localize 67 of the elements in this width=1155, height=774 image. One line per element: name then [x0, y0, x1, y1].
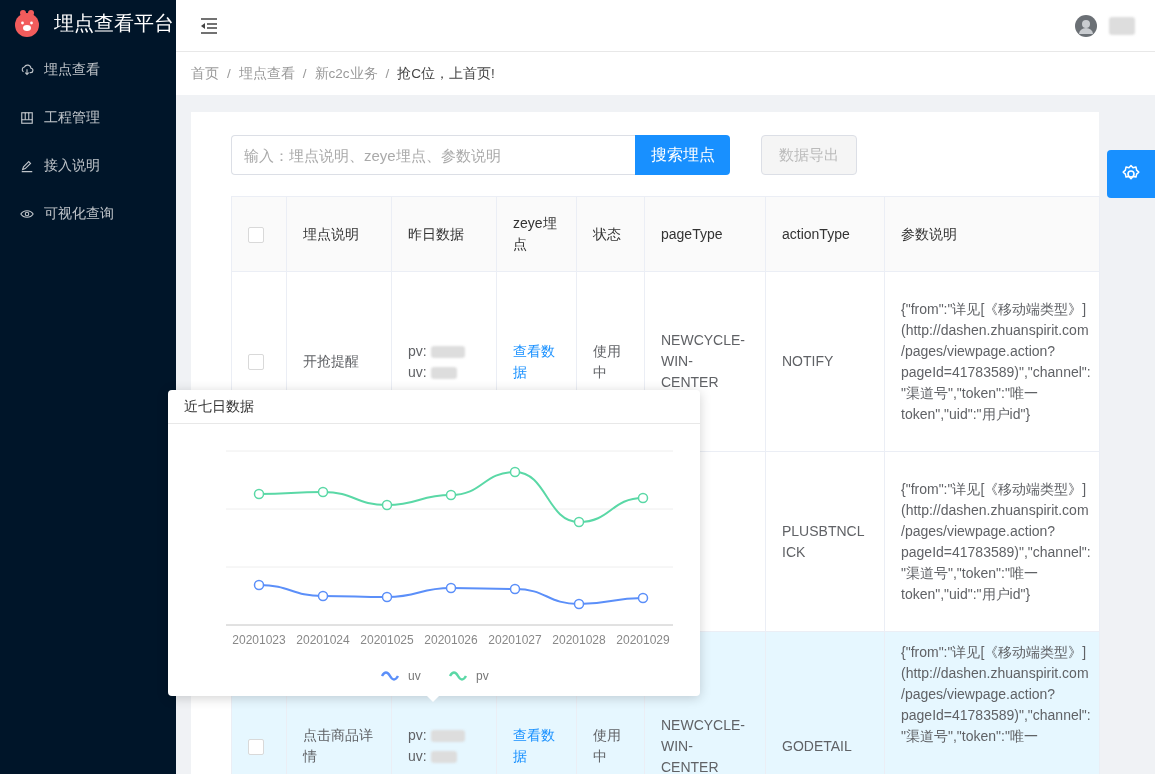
menu-fold-icon[interactable] [200, 17, 218, 34]
sidebar-item[interactable]: 接入说明 [0, 142, 176, 190]
redacted-value [430, 751, 457, 764]
axis-label: 20201023 [232, 633, 286, 647]
breadcrumb-separator: / [227, 66, 231, 81]
legend-label[interactable]: uv [408, 669, 421, 683]
breadcrumb-item: 抢C位，上首页! [397, 64, 495, 83]
column-header: actionType [765, 196, 885, 272]
pv-label: pv: [408, 727, 427, 743]
sidebar-item[interactable]: 工程管理 [0, 94, 176, 142]
table-cell-text: NEWCYCLE-WIN-CENTER [661, 332, 745, 390]
bear-logo [14, 9, 40, 37]
redacted-value [430, 730, 465, 743]
breadcrumb-separator: / [385, 66, 390, 81]
app-title: 埋点查看平台 [54, 10, 174, 36]
table-cell-text: {"from":"详见[《移动端类型》](http://dashen.zhuanspirit.com/pages/viewpage.action?pageId=41783589)","channel":"渠道号","token":"唯一 [901, 644, 1091, 744]
breadcrumb-separator: / [302, 66, 307, 81]
settings-button[interactable] [1107, 150, 1155, 198]
layout-icon [20, 111, 34, 125]
avatar[interactable] [1075, 14, 1097, 37]
checkbox[interactable] [248, 226, 264, 243]
table-cell-text: 开抢提醒 [303, 353, 359, 369]
uv-label: uv: [408, 748, 427, 764]
column-header: zeye埋点 [496, 196, 577, 272]
column-header: 参数说明 [884, 196, 1100, 272]
pen-icon [20, 159, 34, 173]
redacted-value [430, 366, 457, 379]
search-field[interactable]: 输入：埋点说明、zeye埋点、参数说明 [231, 135, 635, 175]
redacted-username [1109, 16, 1135, 35]
column-header: 状态 [576, 196, 645, 272]
cloud-icon [20, 63, 34, 77]
axis-label: 20201028 [552, 633, 606, 647]
table-cell-text: {"from":"详见[《移动端类型》](http://dashen.zhuanspirit.com/pages/viewpage.action?pageId=41783589)","channel":"渠道号","token":"唯一token","uid":"用户id"} [901, 480, 1091, 602]
axis-label: 20201026 [424, 633, 478, 647]
column-header: 埋点说明 [286, 196, 392, 272]
view-data-link[interactable]: 查看数据 [513, 340, 560, 383]
checkbox[interactable] [248, 738, 264, 755]
table-cell-text: GODETAIL [782, 737, 852, 754]
breadcrumb-item[interactable]: 新c2c业务 [314, 64, 378, 83]
table-cell-text: NEWCYCLE-WIN-CENTER [661, 716, 745, 774]
popover-title: 近七日数据 [184, 398, 254, 414]
axis-label: 20201024 [296, 633, 350, 647]
sidebar-item[interactable]: 埋点查看 [0, 46, 176, 94]
search-button[interactable]: 搜索埋点 [635, 135, 730, 175]
checkbox[interactable] [248, 354, 264, 371]
legend-icon[interactable] [381, 671, 399, 681]
legend-label[interactable]: pv [476, 669, 489, 683]
axis-label: 20201027 [488, 633, 542, 647]
pv-label: pv: [408, 342, 427, 359]
view-data-link[interactable]: 查看数据 [513, 725, 560, 767]
sidebar-item[interactable]: 可视化查询 [0, 190, 176, 238]
table-cell-text: PLUSBTNCLICK [782, 522, 865, 560]
status-text: 使用中 [593, 727, 621, 764]
table-cell-text: NOTIFY [782, 353, 834, 369]
uv-label: uv: [408, 363, 427, 380]
redacted-value [430, 345, 465, 358]
breadcrumb-item[interactable]: 埋点查看 [238, 64, 295, 83]
breadcrumb-item[interactable]: 首页 [191, 64, 219, 83]
eye-icon [20, 207, 34, 221]
legend-icon[interactable] [449, 671, 467, 681]
column-header: 昨日数据 [391, 196, 497, 272]
column-header: pageType [644, 196, 766, 272]
table-cell-text: 点击商品详情 [303, 727, 373, 764]
status-text: 使用中 [593, 342, 621, 380]
table-cell-text: {"from":"详见[《移动端类型》](http://dashen.zhuanspirit.com/pages/viewpage.action?pageId=41783589)","channel":"渠道号","token":"唯一token","uid":"用户id"} [901, 300, 1091, 422]
axis-label: 20201029 [616, 633, 670, 647]
axis-label: 20201025 [360, 633, 414, 647]
